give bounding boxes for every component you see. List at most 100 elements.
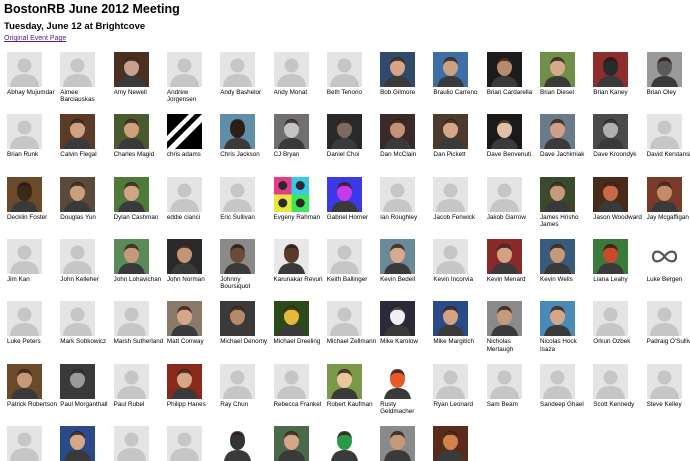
member-item[interactable]: Scott Kennedy: [593, 363, 646, 408]
member-item[interactable]: Douglas Yun: [60, 176, 113, 221]
member-item[interactable]: Kevin Bedell: [380, 238, 433, 283]
member-item[interactable]: Rebecca Frankel: [273, 363, 327, 408]
member-item[interactable]: Sam Beam: [486, 363, 540, 408]
man-outdoor-photo[interactable]: [540, 114, 575, 150]
default-avatar-icon[interactable]: [113, 425, 149, 461]
man-dark-photo[interactable]: [486, 52, 522, 87]
member-item[interactable]: Kevin Incorvia: [433, 238, 486, 283]
member-item[interactable]: Ian Roughley: [380, 176, 433, 221]
default-avatar-icon[interactable]: [166, 425, 202, 461]
default-avatar-icon[interactable]: [7, 52, 42, 87]
man-outdoor-photo[interactable]: [113, 176, 149, 212]
member-item[interactable]: John Norman: [166, 238, 220, 283]
member-item[interactable]: Dave Benvenuti: [486, 114, 540, 158]
infinity-logo[interactable]: [646, 238, 682, 274]
member-item[interactable]: Eric Sullivan: [220, 176, 273, 221]
woman-red-hair-photo[interactable]: [593, 238, 629, 274]
blue-purple-portrait[interactable]: [326, 176, 362, 212]
bird-photo[interactable]: [380, 301, 416, 337]
man-outdoor-photo[interactable]: [380, 425, 416, 461]
member-item[interactable]: Abhay Mujumdar: [7, 52, 60, 96]
default-avatar-icon[interactable]: [326, 301, 362, 337]
member-item[interactable]: Gabriel Horner: [326, 176, 380, 221]
member-item[interactable]: Luke Bergen: [646, 238, 690, 283]
default-avatar-icon[interactable]: [7, 425, 42, 461]
member-item[interactable]: Dylan Cashman: [113, 176, 167, 221]
member-item[interactable]: Padraig O'Sullivan: [646, 301, 690, 345]
default-avatar-icon[interactable]: [646, 301, 682, 337]
default-avatar-icon[interactable]: [113, 301, 149, 337]
man-gray-photo[interactable]: [646, 52, 682, 87]
member-item[interactable]: Dan Pickett: [433, 114, 486, 158]
default-avatar-icon[interactable]: [593, 363, 629, 399]
default-avatar-icon[interactable]: [166, 176, 202, 212]
member-item[interactable]: Beth Tenorio: [326, 52, 380, 96]
member-item[interactable]: Luke Peters: [7, 301, 60, 345]
member-item[interactable]: Robert Kaufman: [326, 363, 380, 408]
default-avatar-icon[interactable]: [273, 363, 309, 399]
default-avatar-icon[interactable]: [593, 301, 629, 337]
default-avatar-icon[interactable]: [326, 238, 362, 274]
default-avatar-icon[interactable]: [646, 363, 682, 399]
default-avatar-icon[interactable]: [166, 52, 202, 87]
member-item[interactable]: Jim Kan: [7, 238, 60, 283]
cartoon-robot-avatar[interactable]: [326, 425, 362, 461]
member-item[interactable]: Jacob Fenwick: [433, 176, 486, 221]
member-item[interactable]: Braulio Carreno: [433, 52, 486, 96]
member-item[interactable]: Paul Morganthall: [60, 363, 113, 408]
default-avatar-icon[interactable]: [7, 114, 42, 150]
man-smiling-photo[interactable]: [166, 301, 202, 337]
member-item[interactable]: [7, 425, 60, 461]
member-item[interactable]: John Kelleher: [60, 238, 113, 283]
original-event-page-link[interactable]: Original Event Page: [4, 35, 66, 42]
member-item[interactable]: Steve Kelley: [646, 363, 690, 408]
man-outdoor-photo[interactable]: [113, 114, 149, 150]
man-gray-photo[interactable]: [220, 238, 256, 274]
member-item[interactable]: Ryan Leonard: [433, 363, 486, 408]
cartoon-cat-avatar[interactable]: [326, 363, 362, 399]
member-item[interactable]: Brian Cardarella: [486, 52, 540, 96]
member-item[interactable]: Andrew Jorgensen: [166, 52, 220, 104]
default-avatar-icon[interactable]: [113, 363, 149, 399]
man-outdoor-photo[interactable]: [380, 52, 416, 87]
member-item[interactable]: Kevin Wells: [540, 238, 593, 283]
default-avatar-icon[interactable]: [60, 238, 96, 274]
member-item[interactable]: Sandeep Ghael: [540, 363, 593, 408]
member-item[interactable]: Michael Denomy: [220, 301, 273, 345]
member-item[interactable]: Mike Karolow: [380, 301, 433, 345]
man-blue-shirt-photo[interactable]: [60, 425, 96, 461]
member-item[interactable]: Bob Gilmore: [380, 52, 433, 96]
default-avatar-icon[interactable]: [7, 238, 42, 274]
member-item[interactable]: Rusty Geldmacher: [380, 363, 433, 416]
member-item[interactable]: [380, 425, 433, 461]
meditating-figure-art[interactable]: [273, 301, 309, 337]
member-item[interactable]: Amy Newell: [113, 52, 167, 96]
default-avatar-icon[interactable]: [486, 176, 522, 212]
man-white-shirt-photo[interactable]: [273, 238, 309, 274]
cartoon-character-avatar[interactable]: [380, 363, 416, 399]
member-item[interactable]: [113, 425, 167, 461]
default-avatar-icon[interactable]: [646, 114, 682, 150]
default-avatar-icon[interactable]: [433, 363, 469, 399]
man-dark-photo[interactable]: [166, 238, 202, 274]
man-brown-photo[interactable]: [60, 114, 96, 150]
member-item[interactable]: Kevin Menard: [486, 238, 540, 283]
member-item[interactable]: Brian Diesel: [540, 52, 593, 96]
member-item[interactable]: Keith Ballinger: [326, 238, 380, 283]
member-item[interactable]: Andy Monat: [273, 52, 327, 96]
member-item[interactable]: [220, 425, 273, 461]
default-avatar-icon[interactable]: [433, 176, 469, 212]
member-item[interactable]: Calvin Flegal: [60, 114, 113, 158]
member-item[interactable]: Daniel Choi: [326, 114, 380, 158]
man-brown-photo[interactable]: [433, 114, 469, 150]
member-item[interactable]: Liana Leahy: [593, 238, 646, 283]
member-item[interactable]: Charles Magid: [113, 114, 167, 158]
bearded-cartoon-avatar[interactable]: [220, 114, 256, 150]
man-cap-photo[interactable]: [273, 425, 309, 461]
member-item[interactable]: Brian Runk: [7, 114, 60, 158]
default-avatar-icon[interactable]: [540, 363, 575, 399]
default-avatar-icon[interactable]: [380, 176, 416, 212]
member-item[interactable]: eddie cianci: [166, 176, 220, 221]
man-blue-shirt-photo[interactable]: [433, 301, 469, 337]
default-avatar-icon[interactable]: [7, 301, 42, 337]
